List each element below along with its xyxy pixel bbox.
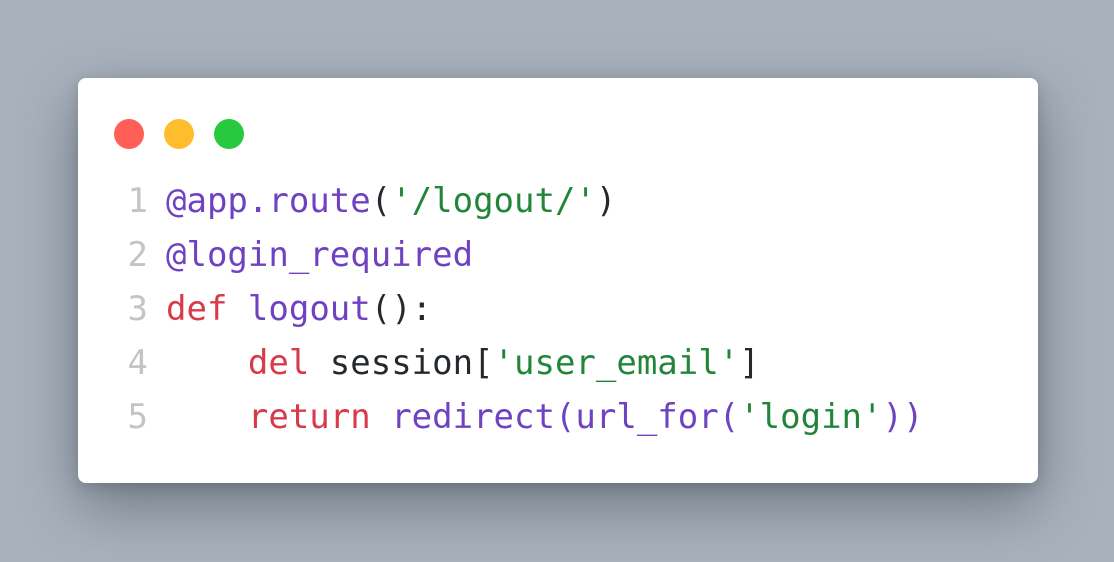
code-token-plain: session[ <box>309 343 494 383</box>
line-number: 4 <box>127 343 148 383</box>
code-line: 3 def logout(): <box>78 282 923 336</box>
code-token-deco: @login_required <box>166 235 474 275</box>
code-line: 4 del session['user_email'] <box>78 336 923 390</box>
code-token-func: )) <box>882 397 924 437</box>
code-token-str: 'login' <box>739 397 883 437</box>
code-line: 1 @app.route('/logout/') <box>78 174 923 228</box>
close-dot[interactable] <box>114 119 144 149</box>
code-token-kw: return <box>247 397 371 437</box>
minimize-dot[interactable] <box>164 119 194 149</box>
code-text: @login_required <box>166 228 473 282</box>
code-token-plain: ] <box>739 343 760 383</box>
code-block: 1 @app.route('/logout/') 2 @login_required 3… <box>78 174 924 444</box>
code-token-str: '/logout/' <box>391 181 596 221</box>
code-token-plain: (): <box>370 289 433 329</box>
line-number: 1 <box>127 181 148 221</box>
code-token-func: logout <box>247 289 371 329</box>
code-line: 2 @login_required <box>78 228 923 282</box>
code-token-deco: @app.route <box>166 181 371 221</box>
code-token-plain: ( <box>370 181 392 221</box>
window-controls <box>114 119 244 149</box>
code-card: 1 @app.route('/logout/') 2 @login_required 3… <box>78 78 1038 483</box>
code-token-kw: def <box>166 289 228 329</box>
code-token-plain: ) <box>595 181 617 221</box>
code-token-kw: del <box>247 343 310 383</box>
line-number: 2 <box>127 235 148 275</box>
code-token-str: 'user_email' <box>493 343 740 383</box>
code-text: def logout(): <box>166 282 432 336</box>
maximize-dot[interactable] <box>214 119 244 149</box>
line-number: 3 <box>127 289 148 329</box>
code-text: @app.route('/logout/') <box>166 174 616 228</box>
code-text: del session['user_email'] <box>166 336 760 390</box>
code-text: return redirect(url_for('login')) <box>166 390 924 444</box>
line-number: 5 <box>127 397 148 437</box>
code-line: 5 return redirect(url_for('login')) <box>78 390 924 444</box>
code-token-func: redirect(url_for( <box>391 397 740 437</box>
